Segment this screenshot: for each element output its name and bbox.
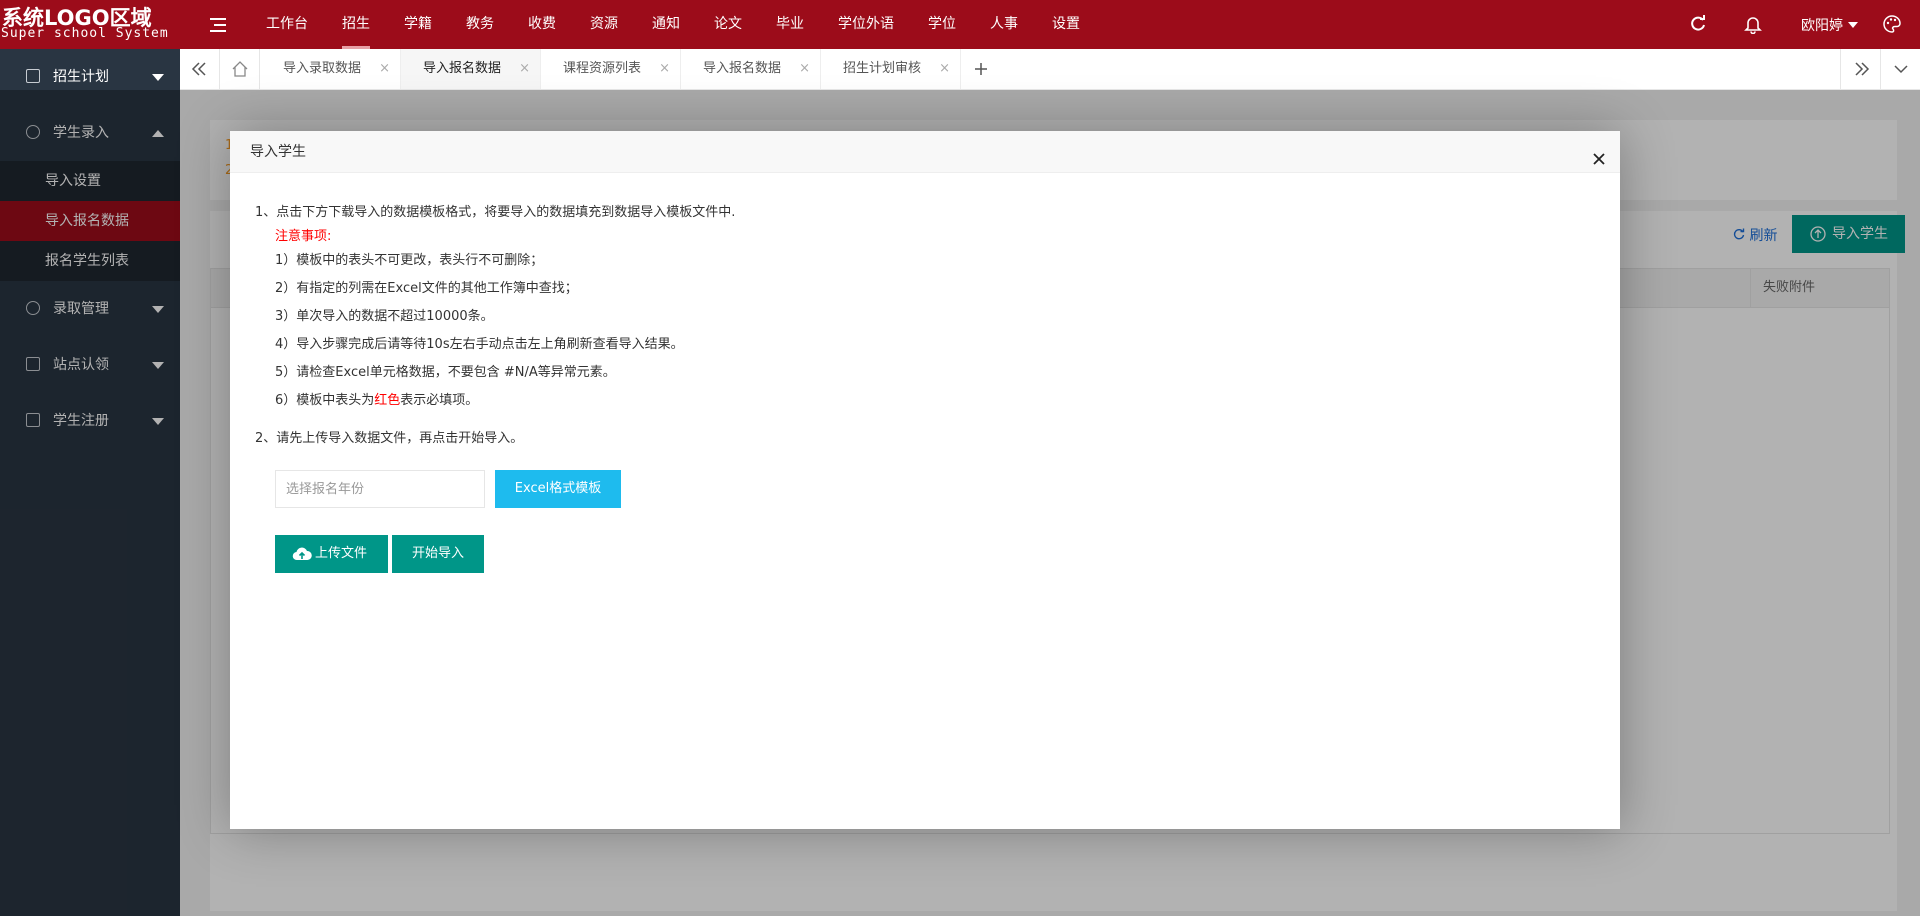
scroll-right-icon[interactable]: [1840, 49, 1880, 89]
logo-subtitle: Super school System: [1, 26, 169, 41]
top-nav-item[interactable]: 设置: [1035, 0, 1097, 49]
tab-label: 招生计划审核: [843, 61, 922, 76]
tab-course-resources[interactable]: 课程资源列表 ×: [541, 49, 681, 89]
top-nav-item[interactable]: 资源: [573, 0, 635, 49]
top-nav-item[interactable]: 招生: [325, 0, 387, 49]
start-import-button[interactable]: 开始导入: [392, 535, 484, 573]
top-nav-item[interactable]: 人事: [973, 0, 1035, 49]
bell-icon[interactable]: [1743, 14, 1763, 35]
user-menu[interactable]: 欧阳婷: [1801, 15, 1858, 35]
top-nav-item[interactable]: 收费: [511, 0, 573, 49]
upload-file-button[interactable]: 上传文件: [275, 535, 388, 573]
menu-toggle-icon[interactable]: [208, 15, 228, 35]
close-icon[interactable]: [1590, 143, 1608, 165]
home-icon[interactable]: [220, 49, 260, 89]
step-2-text: 2、请先上传导入数据文件，再点击开始导入。: [255, 431, 524, 446]
tab-plan-review[interactable]: 招生计划审核 ×: [821, 49, 961, 89]
notice-item: 3）单次导入的数据不超过10000条。: [275, 309, 494, 324]
document-icon: [26, 69, 40, 83]
tab-label: 导入报名数据: [423, 61, 502, 76]
excel-template-button[interactable]: Excel格式模板: [495, 470, 621, 508]
top-nav-item[interactable]: 学位外语: [821, 0, 911, 49]
sidebar-item-label: 招生计划: [53, 69, 109, 85]
top-nav-item[interactable]: 教务: [449, 0, 511, 49]
registration-year-select[interactable]: [275, 470, 485, 508]
top-nav: 工作台 招生 学籍 教务 收费 资源 通知 论文 毕业 学位外语 学位 人事 设…: [249, 0, 1097, 49]
top-nav-item[interactable]: 通知: [635, 0, 697, 49]
refresh-icon[interactable]: [1688, 14, 1708, 34]
upload-file-label: 上传文件: [315, 546, 368, 561]
top-nav-item[interactable]: 毕业: [759, 0, 821, 49]
tab-label: 课程资源列表: [563, 61, 642, 76]
tab-import-registration[interactable]: 导入报名数据 ×: [401, 49, 541, 89]
chevron-down-icon[interactable]: [1880, 49, 1920, 89]
step-1-text: 1、点击下方下载导入的数据模板格式，将要导入的数据填充到数据导入模板文件中.: [255, 205, 736, 220]
chevron-down-icon: [1848, 22, 1858, 28]
scroll-left-icon[interactable]: [180, 49, 220, 89]
dialog-header: 导入学生: [230, 131, 1620, 173]
tab-label: 导入录取数据: [283, 61, 362, 76]
close-icon[interactable]: ×: [659, 49, 670, 89]
tab-label: 导入报名数据: [703, 61, 782, 76]
tab-import-registration-2[interactable]: 导入报名数据 ×: [681, 49, 821, 89]
top-nav-item[interactable]: 学位: [911, 0, 973, 49]
notice-item: 5）请检查Excel单元格数据，不要包含 #N/A等异常元素。: [275, 365, 616, 380]
top-header: 系统LOGO区域 Super school System 工作台 招生 学籍 教…: [0, 0, 1920, 49]
user-name: 欧阳婷: [1801, 18, 1843, 34]
add-tab-icon[interactable]: [961, 49, 1001, 89]
close-icon[interactable]: ×: [939, 49, 950, 89]
close-icon[interactable]: ×: [799, 49, 810, 89]
top-nav-item[interactable]: 论文: [697, 0, 759, 49]
notice-title: 注意事项:: [275, 229, 332, 244]
close-icon[interactable]: ×: [519, 49, 530, 89]
notice-text: 表示必填项。: [400, 393, 479, 408]
dialog-title: 导入学生: [250, 144, 306, 160]
notice-red-text: 红色: [374, 393, 401, 408]
cloud-upload-icon: [292, 547, 312, 561]
palette-icon[interactable]: [1882, 14, 1902, 34]
notice-item: 4）导入步骤完成后请等待10s左右手动点击左上角刷新查看导入结果。: [275, 337, 684, 352]
top-nav-item[interactable]: 工作台: [249, 0, 325, 49]
tabs-bar: 导入录取数据 × 导入报名数据 × 课程资源列表 × 导入报名数据 × 招生计划…: [180, 49, 1920, 90]
notice-item: 1）模板中的表头不可更改，表头行不可删除；: [275, 253, 544, 268]
close-icon[interactable]: ×: [379, 49, 390, 89]
tab-import-admission[interactable]: 导入录取数据 ×: [261, 49, 401, 89]
notice-item: 6）模板中表头为红色表示必填项。: [275, 389, 478, 408]
top-nav-item[interactable]: 学籍: [387, 0, 449, 49]
notice-item: 2）有指定的列需在Excel文件的其他工作簿中查找；: [275, 281, 578, 296]
notice-text: 6）模板中表头为: [275, 393, 375, 408]
import-students-dialog: 导入学生 1、点击下方下载导入的数据模板格式，将要导入的数据填充到数据导入模板文…: [230, 131, 1620, 829]
logo: 系统LOGO区域 Super school System: [0, 0, 180, 49]
chevron-down-icon: [152, 74, 164, 81]
